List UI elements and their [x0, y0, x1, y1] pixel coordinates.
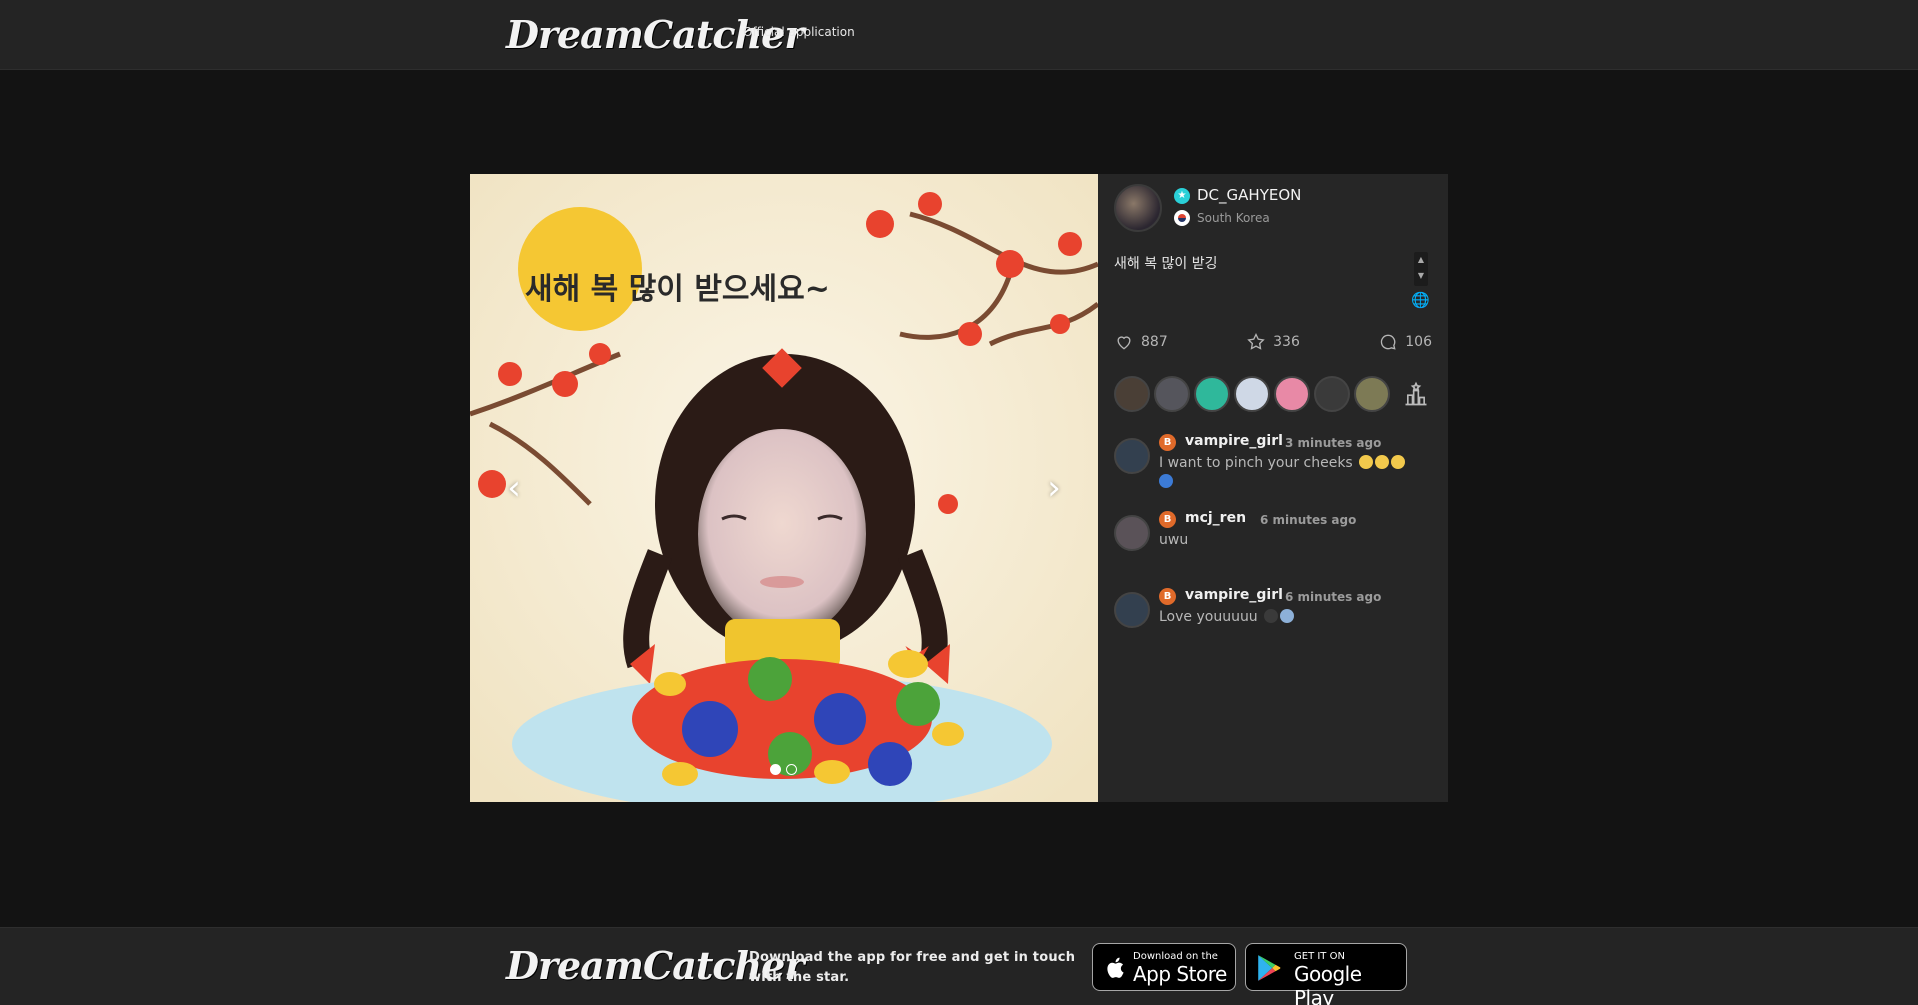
- post-card: 새해 복 많이 받으세요~ ‹ › ★ DC_GAHYEON South Kor…: [470, 174, 1448, 802]
- comment-body: I want to pinch your cheeks: [1159, 455, 1353, 471]
- comment-icon: [1381, 334, 1396, 350]
- comment-time: 6 minutes ago: [1285, 590, 1382, 604]
- comment-button[interactable]: 106: [1378, 332, 1432, 352]
- comment-time: 6 minutes ago: [1260, 513, 1357, 527]
- author-avatar[interactable]: [1114, 184, 1162, 232]
- footer-bar: DreamCatcher Download the app for free a…: [0, 927, 1918, 1005]
- post-caption: 새해 복 많이 받깅: [1114, 256, 1218, 272]
- favorite-count: 336: [1273, 334, 1300, 350]
- heart-icon: [1117, 336, 1131, 350]
- google-play-label: Google Play: [1294, 962, 1362, 1005]
- next-slide-button[interactable]: ›: [1032, 466, 1076, 510]
- previous-slide-button[interactable]: ‹: [492, 466, 536, 510]
- author-name[interactable]: DC_GAHYEON: [1197, 186, 1301, 204]
- crying-emoji-icon: [1390, 455, 1405, 469]
- like-count: 887: [1141, 334, 1168, 350]
- top-fans: [1114, 376, 1430, 412]
- app-store-button[interactable]: Download on the App Store: [1092, 943, 1236, 991]
- black-heart-emoji-icon: [1263, 609, 1278, 623]
- crying-emoji-icon: [1358, 455, 1373, 469]
- translate-icon[interactable]: 🌐: [1411, 291, 1430, 309]
- sparkle-emoji-icon: [1279, 609, 1294, 623]
- slide-dot[interactable]: [770, 764, 781, 775]
- comment-item: B vampire_girl 3 minutes ago I want to p…: [1114, 432, 1432, 509]
- user-badge: B: [1159, 511, 1176, 528]
- fan-avatar[interactable]: [1234, 376, 1270, 412]
- fan-avatar[interactable]: [1194, 376, 1230, 412]
- post-stats: 887 336 106: [1114, 332, 1432, 352]
- top-bar: DreamCatcher Official application: [0, 0, 1918, 70]
- ranking-icon[interactable]: [1402, 380, 1430, 408]
- comment-text: I want to pinch your cheeks: [1159, 454, 1429, 492]
- app-store-small-label: Download on the: [1133, 951, 1218, 962]
- apple-icon: [1107, 957, 1124, 978]
- tagline: Official application: [743, 25, 855, 39]
- fan-avatar[interactable]: [1314, 376, 1350, 412]
- comment-username[interactable]: mcj_ren: [1185, 510, 1246, 526]
- user-badge: B: [1159, 588, 1176, 605]
- commenter-avatar[interactable]: [1114, 592, 1150, 628]
- comment-username[interactable]: vampire_girl: [1185, 587, 1283, 603]
- comment-item: B vampire_girl 6 minutes ago Love youuuu…: [1114, 586, 1432, 663]
- fan-avatar[interactable]: [1354, 376, 1390, 412]
- comment-text: Love youuuuu: [1159, 608, 1429, 627]
- image-overlay-text: 새해 복 많이 받으세요~: [525, 272, 830, 307]
- comment-body: Love youuuuu: [1159, 609, 1258, 625]
- google-play-small-label: GET IT ON: [1294, 951, 1345, 962]
- comment-body: uwu: [1159, 532, 1189, 548]
- comment-count: 106: [1405, 334, 1432, 350]
- fan-avatar[interactable]: [1114, 376, 1150, 412]
- comment-username[interactable]: vampire_girl: [1185, 433, 1283, 449]
- comment-text: uwu: [1159, 531, 1429, 550]
- favorite-button[interactable]: 336: [1246, 332, 1300, 352]
- google-play-button[interactable]: GET IT ON Google Play: [1245, 943, 1407, 1005]
- verified-icon: ★: [1174, 188, 1190, 204]
- blue-heart-emoji-icon: [1159, 474, 1173, 488]
- slide-dot[interactable]: [786, 764, 797, 775]
- commenter-avatar[interactable]: [1114, 438, 1150, 474]
- app-store-label: App Store: [1133, 962, 1227, 986]
- footer-promo-text: Download the app for free and get in tou…: [749, 950, 1076, 985]
- fan-avatar[interactable]: [1154, 376, 1190, 412]
- comment-list: B vampire_girl 3 minutes ago I want to p…: [1114, 432, 1432, 663]
- post-image: 새해 복 많이 받으세요~ ‹ ›: [470, 174, 1098, 802]
- fan-avatar[interactable]: [1274, 376, 1310, 412]
- comment-time: 3 minutes ago: [1285, 436, 1382, 450]
- comment-item: B mcj_ren 6 minutes ago uwu: [1114, 509, 1432, 586]
- caption-scroll-control[interactable]: ▲ ▼: [1414, 252, 1428, 286]
- commenter-avatar[interactable]: [1114, 515, 1150, 551]
- google-play-icon: [1258, 955, 1281, 981]
- slide-indicator: [770, 764, 797, 775]
- south-korea-flag-icon: [1174, 210, 1190, 226]
- post-sidebar: ★ DC_GAHYEON South Korea 새해 복 많이 받깅 ▲ ▼ 🌐…: [1098, 174, 1448, 802]
- post-illustration: 새해 복 많이 받으세요~: [470, 174, 1098, 802]
- star-icon: [1247, 332, 1265, 350]
- author-country: South Korea: [1197, 211, 1270, 225]
- crying-emoji-icon: [1374, 455, 1389, 469]
- like-button[interactable]: 887: [1114, 332, 1168, 352]
- user-badge: B: [1159, 434, 1176, 451]
